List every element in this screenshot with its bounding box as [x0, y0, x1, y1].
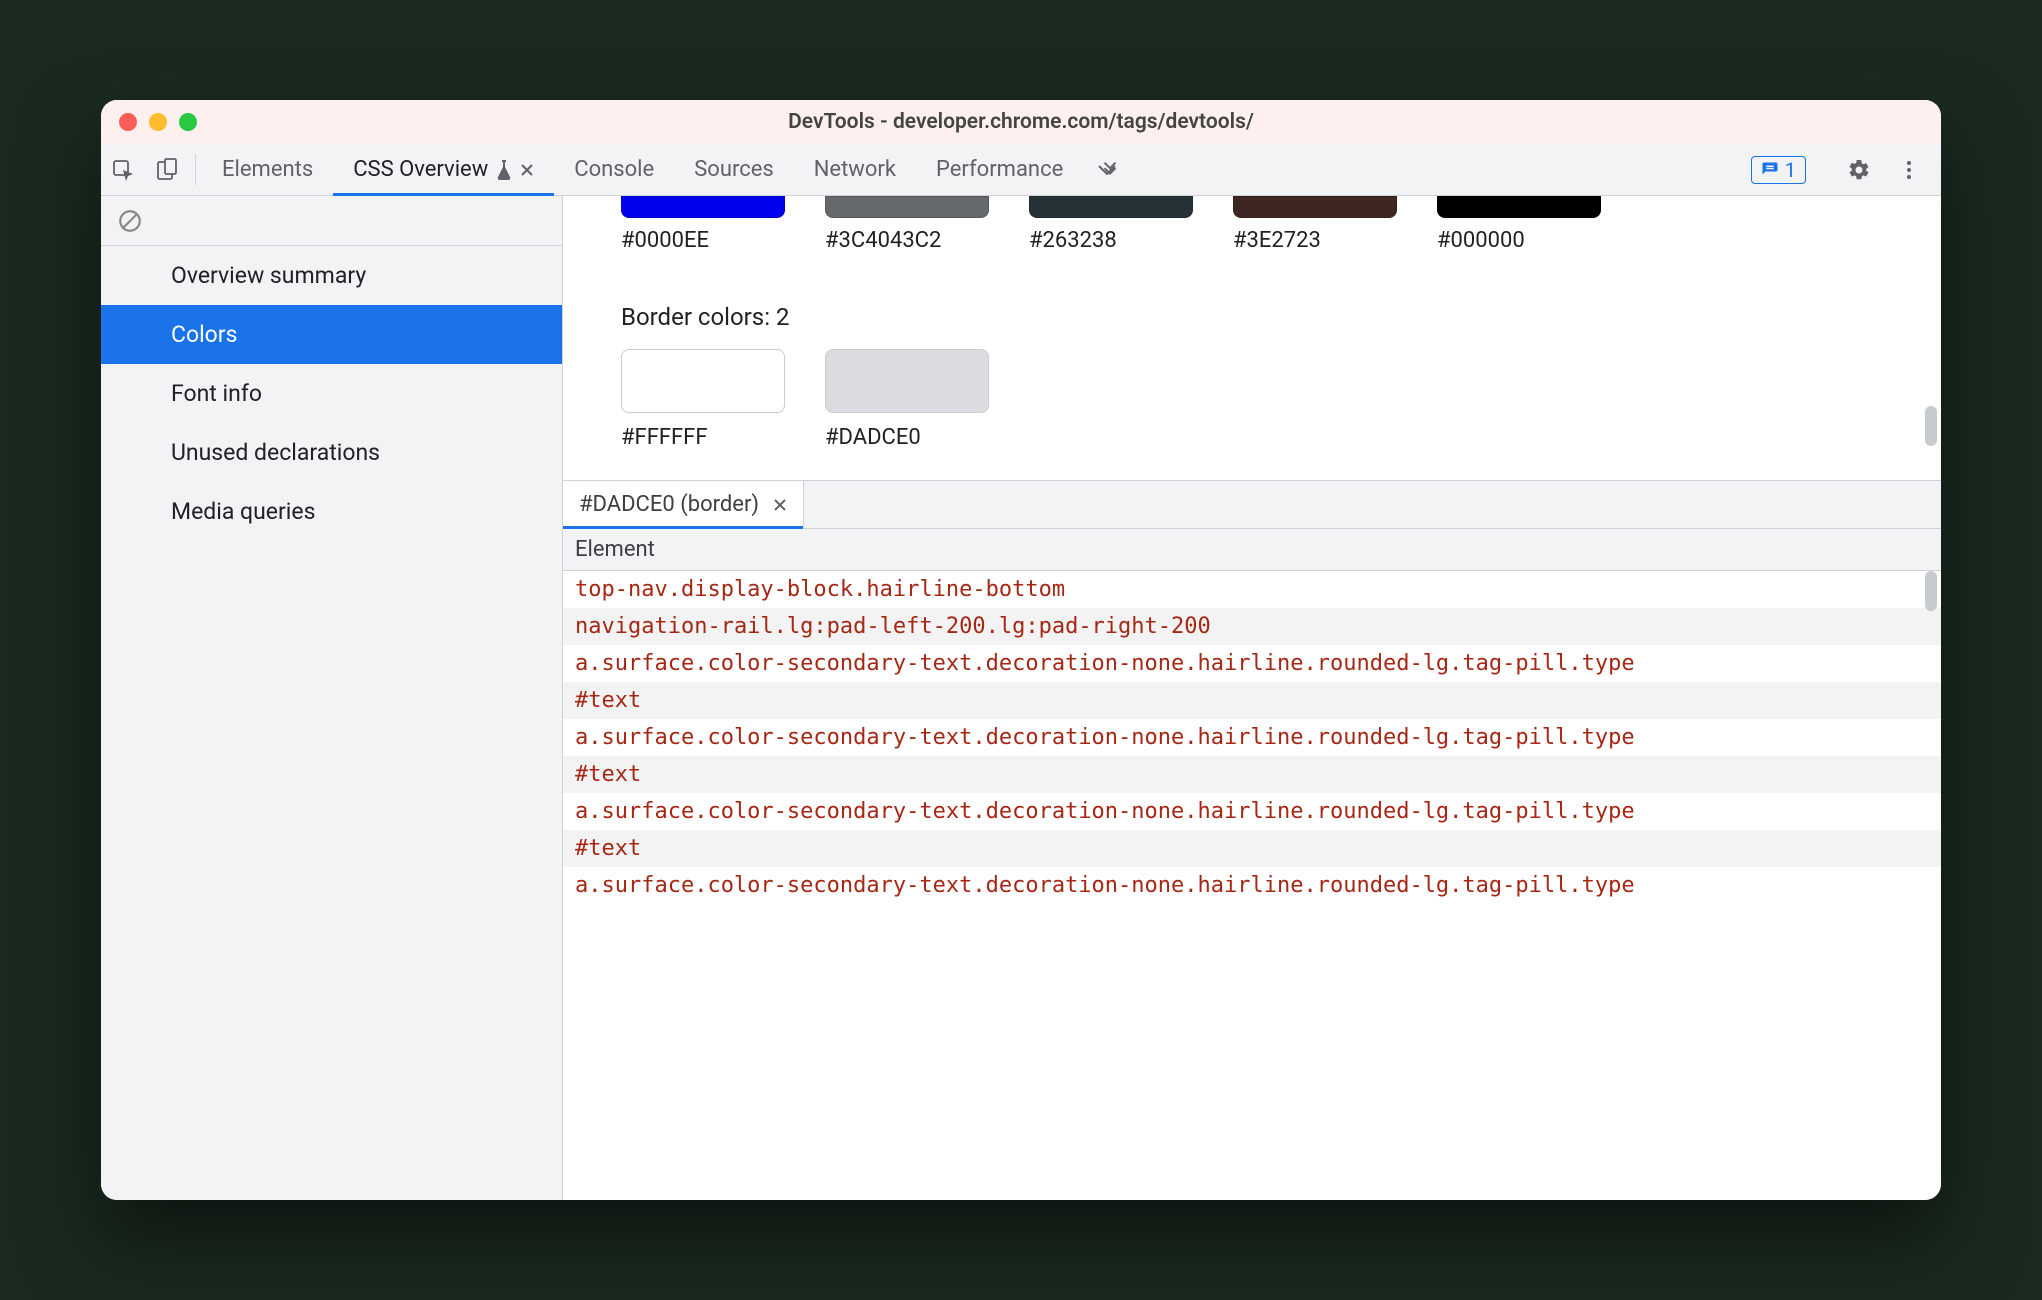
sidebar-item-font-info[interactable]: Font info	[101, 364, 562, 423]
devtools-toolbar: Elements CSS Overview Console Sources Ne…	[101, 144, 1941, 196]
fullscreen-window-button[interactable]	[179, 113, 197, 131]
color-hex-label: #0000EE	[621, 228, 709, 253]
tab-network[interactable]: Network	[794, 144, 916, 195]
devtools-window: DevTools - developer.chrome.com/tags/dev…	[101, 100, 1941, 1200]
border-color-row: #FFFFFF #DADCE0	[621, 349, 1883, 450]
color-chip	[621, 349, 785, 413]
minimize-window-button[interactable]	[149, 113, 167, 131]
color-swatch[interactable]: #263238	[1029, 196, 1193, 253]
experiment-icon	[496, 160, 512, 180]
element-row[interactable]: a.surface.color-secondary-text.decoratio…	[563, 793, 1941, 830]
tab-label: Console	[574, 157, 654, 182]
sidebar-item-label: Unused declarations	[171, 439, 380, 466]
settings-gear-icon[interactable]	[1837, 158, 1881, 182]
color-hex-label: #FFFFFF	[621, 425, 785, 450]
color-chip	[1029, 196, 1193, 218]
sidebar-item-overview-summary[interactable]: Overview summary	[101, 246, 562, 305]
sidebar-toolbar	[101, 196, 562, 246]
sidebar-item-label: Font info	[171, 380, 262, 407]
detail-tabstrip: #DADCE0 (border)	[563, 480, 1941, 528]
panel-body: Overview summary Colors Font info Unused…	[101, 196, 1941, 1200]
tab-performance[interactable]: Performance	[916, 144, 1083, 195]
color-swatch[interactable]: #0000EE	[621, 196, 785, 253]
sidebar-item-label: Overview summary	[171, 262, 366, 289]
kebab-menu-icon[interactable]	[1887, 158, 1931, 182]
detail-tab-label: #DADCE0 (border)	[579, 492, 759, 517]
close-window-button[interactable]	[119, 113, 137, 131]
sidebar-item-media-queries[interactable]: Media queries	[101, 482, 562, 541]
css-overview-main: #0000EE #3C4043C2 #263238 #3E2723	[563, 196, 1941, 1200]
element-row[interactable]: a.surface.color-secondary-text.decoratio…	[563, 719, 1941, 756]
scrollbar-thumb[interactable]	[1925, 406, 1937, 446]
element-column-header: Element	[563, 528, 1941, 571]
color-hex-label: #3E2723	[1233, 228, 1321, 253]
color-swatch[interactable]: #DADCE0	[825, 349, 989, 450]
window-controls	[119, 113, 197, 131]
color-chip	[825, 196, 989, 218]
color-chip	[1437, 196, 1601, 218]
element-row[interactable]: #text	[563, 682, 1941, 719]
tab-label: Network	[814, 157, 896, 182]
color-swatch[interactable]: #3E2723	[1233, 196, 1397, 253]
issues-count: 1	[1785, 158, 1796, 182]
more-tabs-icon[interactable]	[1083, 144, 1133, 195]
sidebar-item-label: Media queries	[171, 498, 315, 525]
sidebar-item-unused-declarations[interactable]: Unused declarations	[101, 423, 562, 482]
element-row[interactable]: navigation-rail.lg:pad-left-200.lg:pad-r…	[563, 608, 1941, 645]
separator	[195, 154, 196, 185]
color-chip	[621, 196, 785, 218]
color-swatch[interactable]: #3C4043C2	[825, 196, 989, 253]
close-detail-tab-icon[interactable]	[773, 498, 787, 512]
tab-label: Sources	[694, 157, 774, 182]
color-chip	[825, 349, 989, 413]
element-list: top-nav.display-block.hairline-bottom na…	[563, 571, 1941, 1200]
close-tab-icon[interactable]	[520, 163, 534, 177]
tab-label: Performance	[936, 157, 1063, 182]
tab-label: CSS Overview	[353, 157, 488, 182]
element-row[interactable]: top-nav.display-block.hairline-bottom	[563, 571, 1941, 608]
tab-elements[interactable]: Elements	[202, 144, 333, 195]
window-title: DevTools - developer.chrome.com/tags/dev…	[101, 110, 1941, 134]
color-hex-label: #000000	[1437, 228, 1525, 253]
device-toolbar-icon[interactable]	[145, 144, 189, 195]
issues-badge[interactable]: 1	[1751, 156, 1806, 184]
clear-overview-icon[interactable]	[117, 208, 143, 234]
color-chip	[1233, 196, 1397, 218]
color-swatch[interactable]: #000000	[1437, 196, 1601, 253]
sidebar-item-label: Colors	[171, 321, 237, 348]
element-row[interactable]: a.surface.color-secondary-text.decoratio…	[563, 867, 1941, 904]
colors-content: #0000EE #3C4043C2 #263238 #3E2723	[563, 196, 1941, 480]
element-row[interactable]: a.surface.color-secondary-text.decoratio…	[563, 645, 1941, 682]
color-swatch[interactable]: #FFFFFF	[621, 349, 785, 450]
scrollbar-thumb[interactable]	[1925, 571, 1937, 611]
css-overview-sidebar: Overview summary Colors Font info Unused…	[101, 196, 563, 1200]
color-hex-label: #DADCE0	[825, 425, 989, 450]
tab-label: Elements	[222, 157, 313, 182]
element-row[interactable]: #text	[563, 830, 1941, 867]
element-row[interactable]: #text	[563, 756, 1941, 793]
border-colors-heading: Border colors: 2	[621, 303, 1883, 331]
detail-tab[interactable]: #DADCE0 (border)	[563, 481, 804, 528]
inspect-element-icon[interactable]	[101, 144, 145, 195]
color-hex-label: #263238	[1029, 228, 1117, 253]
color-row: #0000EE #3C4043C2 #263238 #3E2723	[621, 196, 1883, 253]
color-hex-label: #3C4043C2	[825, 228, 941, 253]
sidebar-item-colors[interactable]: Colors	[101, 305, 562, 364]
titlebar: DevTools - developer.chrome.com/tags/dev…	[101, 100, 1941, 144]
tab-sources[interactable]: Sources	[674, 144, 794, 195]
tab-console[interactable]: Console	[554, 144, 674, 195]
tab-css-overview[interactable]: CSS Overview	[333, 144, 554, 195]
